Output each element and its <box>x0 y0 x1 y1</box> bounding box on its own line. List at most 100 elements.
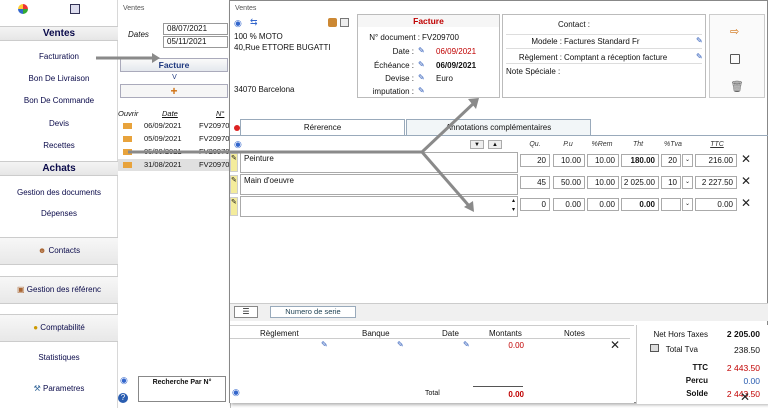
edit-pencil-icon[interactable]: ✎ <box>230 175 238 194</box>
edit-pencil-icon[interactable]: ✎ <box>463 340 470 349</box>
list-item-date: 31/08/2021 <box>144 160 182 169</box>
description-field[interactable]: ▴ ▾ <box>240 196 518 217</box>
tva-value: 238.50 <box>734 345 760 355</box>
invoice-window: Ventes ◉ ⇆ 100 % MOTO 40,Rue ETTORE BUGA… <box>229 0 768 404</box>
echeance-date[interactable]: 06/09/2021 <box>436 61 476 70</box>
edit-pencil-icon[interactable]: ✎ <box>418 86 425 95</box>
unit-price-cell[interactable]: 0.00 <box>553 198 585 211</box>
ttc-label: TTC <box>692 363 708 372</box>
delete-icon[interactable]: ✕ <box>740 390 750 404</box>
trash-icon[interactable]: 🗑 <box>730 80 744 93</box>
edit-pencil-icon[interactable]: ✎ <box>230 197 238 216</box>
edit-pencil-icon[interactable]: ✎ <box>397 340 404 349</box>
record-icon <box>234 125 240 131</box>
edit-pencil-icon[interactable]: ✎ <box>418 73 425 82</box>
tva-cell[interactable]: 20 <box>661 154 681 167</box>
sidebar-item-recettes[interactable]: Recettes <box>0 141 118 150</box>
swap-icon[interactable]: ⇆ <box>250 17 258 28</box>
sidebar-item-parametres[interactable]: ⚒ Parametres <box>0 384 118 393</box>
edit-pencil-icon[interactable]: ✎ <box>696 36 703 45</box>
date-to-field[interactable]: 05/11/2021 <box>163 36 228 48</box>
tva-dropdown-icon[interactable]: ⌄ <box>682 198 693 211</box>
save-icon[interactable] <box>730 54 740 64</box>
list-item[interactable]: 05/09/2021 FV20970 <box>118 146 231 158</box>
dates-label: Dates <box>128 30 149 39</box>
tva-dropdown-icon[interactable]: ⌄ <box>682 176 693 189</box>
window-icon[interactable] <box>70 4 80 14</box>
contacts-icon: ☻ <box>37 246 47 255</box>
chat-icon[interactable]: ◉ <box>120 375 138 387</box>
tab-annotations[interactable]: Annotations complémentaires <box>406 119 591 136</box>
sidebar-item-bon-commande[interactable]: Bon De Commande <box>0 96 118 105</box>
date-from-field[interactable]: 08/07/2021 <box>163 23 228 35</box>
sidebar-item-devis[interactable]: Devis <box>0 119 118 128</box>
edit-pencil-icon[interactable]: ✎ <box>321 340 328 349</box>
list-item[interactable]: 05/09/2021 FV20970 <box>118 133 231 145</box>
sidebar-item-bon-livraison[interactable]: Bon De Livraison <box>0 74 118 83</box>
move-up-button[interactable]: ▲ <box>488 140 502 149</box>
col-montants: Montants <box>489 329 522 338</box>
delete-line-icon[interactable]: ✕ <box>741 196 751 210</box>
reglement-value[interactable]: Comptant a réception facture <box>564 53 667 62</box>
contact-card-icon[interactable] <box>328 18 337 27</box>
export-icon[interactable]: ⇨ <box>730 25 739 38</box>
add-button[interactable]: + <box>120 84 228 98</box>
tab-reference[interactable]: Rérerence <box>240 119 405 136</box>
sidebar-item-comptabilite[interactable]: ● Comptabilité <box>0 314 118 342</box>
tva-cell[interactable] <box>661 198 681 211</box>
sidebar-head-ventes: Ventes <box>0 26 118 41</box>
qty-cell[interactable]: 20 <box>520 154 550 167</box>
delete-line-icon[interactable]: ✕ <box>741 174 751 188</box>
chat-icon[interactable]: ◉ <box>232 387 240 398</box>
serial-number-button[interactable]: Numero de serie <box>270 306 356 318</box>
col-num[interactable]: N° <box>216 109 224 118</box>
layout-toggle-icon[interactable]: ☰ <box>234 306 258 318</box>
chat-icon[interactable]: ◉ <box>234 18 242 29</box>
discount-cell[interactable]: 0.00 <box>587 198 619 211</box>
unit-price-cell[interactable]: 50.00 <box>553 176 585 189</box>
doc-date[interactable]: 06/09/2021 <box>436 47 476 56</box>
list-item[interactable]: 31/08/2021 FV20970 <box>118 159 231 171</box>
modele-value[interactable]: Factures Standard Fr <box>564 37 640 46</box>
col-qu: Qu. <box>529 141 541 148</box>
sidebar-item-facturation[interactable]: Facturation <box>0 52 118 61</box>
help-icon[interactable]: ? <box>118 393 128 403</box>
list-item-num: FV20970 <box>199 147 230 156</box>
scroll-arrows-icon[interactable]: ▴ ▾ <box>512 197 515 215</box>
list-icon[interactable] <box>340 18 349 27</box>
qty-cell[interactable]: 45 <box>520 176 550 189</box>
delete-line-icon[interactable]: ✕ <box>741 152 751 166</box>
sidebar-item-gestion-references[interactable]: ▣ Gestion des référenc <box>0 276 118 304</box>
sidebar-item-gestion-documents[interactable]: Gestion des documents <box>0 188 118 197</box>
edit-pencil-icon[interactable]: ✎ <box>418 46 425 55</box>
facture-type-button[interactable]: Facture <box>120 58 228 72</box>
payment-amount[interactable]: 0.00 <box>492 341 524 350</box>
chat-icon[interactable]: ◉ <box>234 139 242 150</box>
panel-title: Ventes <box>123 5 145 12</box>
discount-cell[interactable]: 10.00 <box>587 154 619 167</box>
edit-pencil-icon[interactable]: ✎ <box>418 60 425 69</box>
delete-payment-icon[interactable]: ✕ <box>610 338 620 352</box>
edit-pencil-icon[interactable]: ✎ <box>230 153 238 172</box>
description-field[interactable]: Peinture <box>240 152 518 173</box>
sidebar-item-statistiques[interactable]: Statistiques <box>0 353 118 362</box>
devise-value[interactable]: Euro <box>436 74 453 83</box>
col-date[interactable]: Date <box>162 109 178 118</box>
gestion-ref-label: Gestion des référenc <box>26 285 102 294</box>
pie-chart-icon[interactable] <box>18 4 28 14</box>
tva-dropdown-icon[interactable]: ⌄ <box>682 154 693 167</box>
date-label: Date : <box>392 47 414 56</box>
list-item[interactable]: 06/09/2021 FV20970 <box>118 120 231 132</box>
description-field[interactable]: Main d'oeuvre <box>240 174 518 195</box>
unit-price-cell[interactable]: 10.00 <box>553 154 585 167</box>
search-by-number-box[interactable]: Recherche Par N° <box>138 376 226 402</box>
sidebar-item-contacts[interactable]: ☻ Contacts <box>0 237 118 265</box>
tva-cell[interactable]: 10 <box>661 176 681 189</box>
edit-pencil-icon[interactable]: ✎ <box>696 52 703 61</box>
sidebar-item-depenses[interactable]: Dépenses <box>0 209 118 218</box>
move-down-button[interactable]: ▼ <box>470 140 484 149</box>
discount-cell[interactable]: 10.00 <box>587 176 619 189</box>
qty-cell[interactable]: 0 <box>520 198 550 211</box>
net-ht-value: 2 205.00 <box>726 329 760 339</box>
divider <box>473 386 523 387</box>
